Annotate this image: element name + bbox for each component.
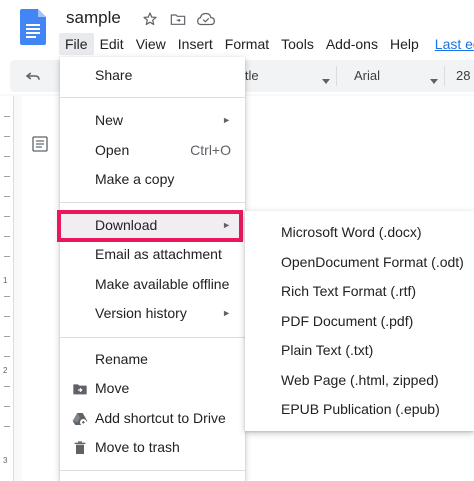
download-epub[interactable]: EPUB Publication (.epub) bbox=[245, 395, 474, 424]
menu-item-label: Make a copy bbox=[95, 171, 175, 187]
menu-item-label: Add shortcut to Drive bbox=[95, 410, 226, 426]
app-header: sample File Edit View Insert Format Tool… bbox=[0, 0, 474, 58]
dropdown-arrow-icon[interactable] bbox=[322, 72, 330, 90]
dropdown-arrow-icon[interactable] bbox=[430, 72, 438, 90]
menu-item-label: Move bbox=[95, 380, 130, 396]
drive-shortcut-icon bbox=[72, 411, 88, 427]
menu-item-label: Move to trash bbox=[95, 439, 180, 455]
download-odt[interactable]: OpenDocument Format (.odt) bbox=[245, 248, 474, 277]
cloud-saved-icon[interactable] bbox=[196, 9, 216, 29]
submenu-item-label: OpenDocument Format (.odt) bbox=[281, 254, 464, 270]
menu-divider bbox=[60, 470, 245, 471]
menu-item-label: Make available offline bbox=[95, 276, 230, 292]
submenu-item-label: PDF Document (.pdf) bbox=[281, 313, 414, 329]
menu-item-add-shortcut[interactable]: Add shortcut to Drive bbox=[60, 404, 245, 434]
folder-move-icon[interactable] bbox=[168, 9, 188, 29]
menu-bar: File Edit View Insert Format Tools Add-o… bbox=[59, 33, 474, 55]
ruler-number: 3 bbox=[3, 456, 8, 465]
download-submenu: Microsoft Word (.docx) OpenDocument Form… bbox=[245, 211, 474, 431]
menu-divider bbox=[60, 97, 245, 98]
document-outline-icon[interactable] bbox=[32, 136, 48, 152]
menu-tools[interactable]: Tools bbox=[275, 33, 320, 55]
menu-item-label: New bbox=[95, 112, 124, 128]
menu-help[interactable]: Help bbox=[384, 33, 425, 55]
menu-item-open[interactable]: Open Ctrl+O bbox=[60, 136, 245, 166]
submenu-arrow-icon: ► bbox=[222, 115, 231, 125]
submenu-item-label: Microsoft Word (.docx) bbox=[281, 224, 422, 240]
download-html[interactable]: Web Page (.html, zipped) bbox=[245, 366, 474, 395]
toolbar-divider bbox=[444, 66, 445, 86]
menu-item-label: Open bbox=[95, 142, 130, 158]
menu-addons[interactable]: Add-ons bbox=[320, 33, 384, 55]
file-menu: Share New ► Open Ctrl+O Make a copy Down… bbox=[60, 57, 245, 481]
menu-divider bbox=[60, 337, 245, 338]
vertical-ruler: 1 2 3 bbox=[0, 96, 14, 481]
menu-divider bbox=[60, 202, 245, 203]
undo-icon[interactable] bbox=[24, 67, 42, 85]
menu-item-offline[interactable]: Make available offline bbox=[60, 270, 245, 300]
submenu-item-label: Web Page (.html, zipped) bbox=[281, 372, 439, 388]
menu-item-label: Share bbox=[95, 67, 133, 83]
menu-edit[interactable]: Edit bbox=[94, 33, 130, 55]
menu-item-label: Version history bbox=[95, 305, 187, 321]
menu-view[interactable]: View bbox=[130, 33, 172, 55]
trash-icon bbox=[72, 440, 88, 456]
download-pdf[interactable]: PDF Document (.pdf) bbox=[245, 307, 474, 336]
menu-item-email-attachment[interactable]: Email as attachment bbox=[60, 240, 245, 270]
star-icon[interactable] bbox=[140, 9, 160, 29]
menu-item-shortcut: Ctrl+O bbox=[190, 142, 231, 158]
ruler-number: 2 bbox=[3, 366, 8, 375]
download-rtf[interactable]: Rich Text Format (.rtf) bbox=[245, 277, 474, 306]
menu-item-label: Rename bbox=[95, 351, 148, 367]
submenu-item-label: EPUB Publication (.epub) bbox=[281, 401, 440, 417]
last-edit-link[interactable]: Last ed bbox=[429, 33, 474, 55]
font-size-input[interactable]: 28 bbox=[456, 68, 470, 83]
toolbar-divider bbox=[336, 66, 337, 86]
ruler-number: 1 bbox=[3, 276, 8, 285]
menu-item-new[interactable]: New ► bbox=[60, 106, 245, 136]
move-to-folder-icon bbox=[72, 381, 88, 397]
download-txt[interactable]: Plain Text (.txt) bbox=[245, 336, 474, 365]
menu-item-rename[interactable]: Rename bbox=[60, 345, 245, 375]
submenu-item-label: Plain Text (.txt) bbox=[281, 342, 374, 358]
document-title[interactable]: sample bbox=[66, 8, 121, 28]
menu-item-version-history[interactable]: Version history ► bbox=[60, 299, 245, 329]
menu-item-move-to-trash[interactable]: Move to trash bbox=[60, 433, 245, 463]
menu-item-share[interactable]: Share bbox=[60, 61, 245, 91]
font-family-select[interactable]: Arial bbox=[354, 68, 380, 83]
menu-item-make-copy[interactable]: Make a copy bbox=[60, 165, 245, 195]
download-docx[interactable]: Microsoft Word (.docx) bbox=[245, 218, 474, 247]
menu-insert[interactable]: Insert bbox=[172, 33, 219, 55]
docs-logo-icon[interactable] bbox=[20, 9, 46, 45]
menu-format[interactable]: Format bbox=[219, 33, 275, 55]
submenu-item-label: Rich Text Format (.rtf) bbox=[281, 283, 417, 299]
menu-item-label: Email as attachment bbox=[95, 246, 222, 262]
menu-item-move[interactable]: Move bbox=[60, 374, 245, 404]
download-highlight-box bbox=[57, 210, 243, 242]
menu-file[interactable]: File bbox=[59, 33, 94, 55]
submenu-arrow-icon: ► bbox=[222, 308, 231, 318]
